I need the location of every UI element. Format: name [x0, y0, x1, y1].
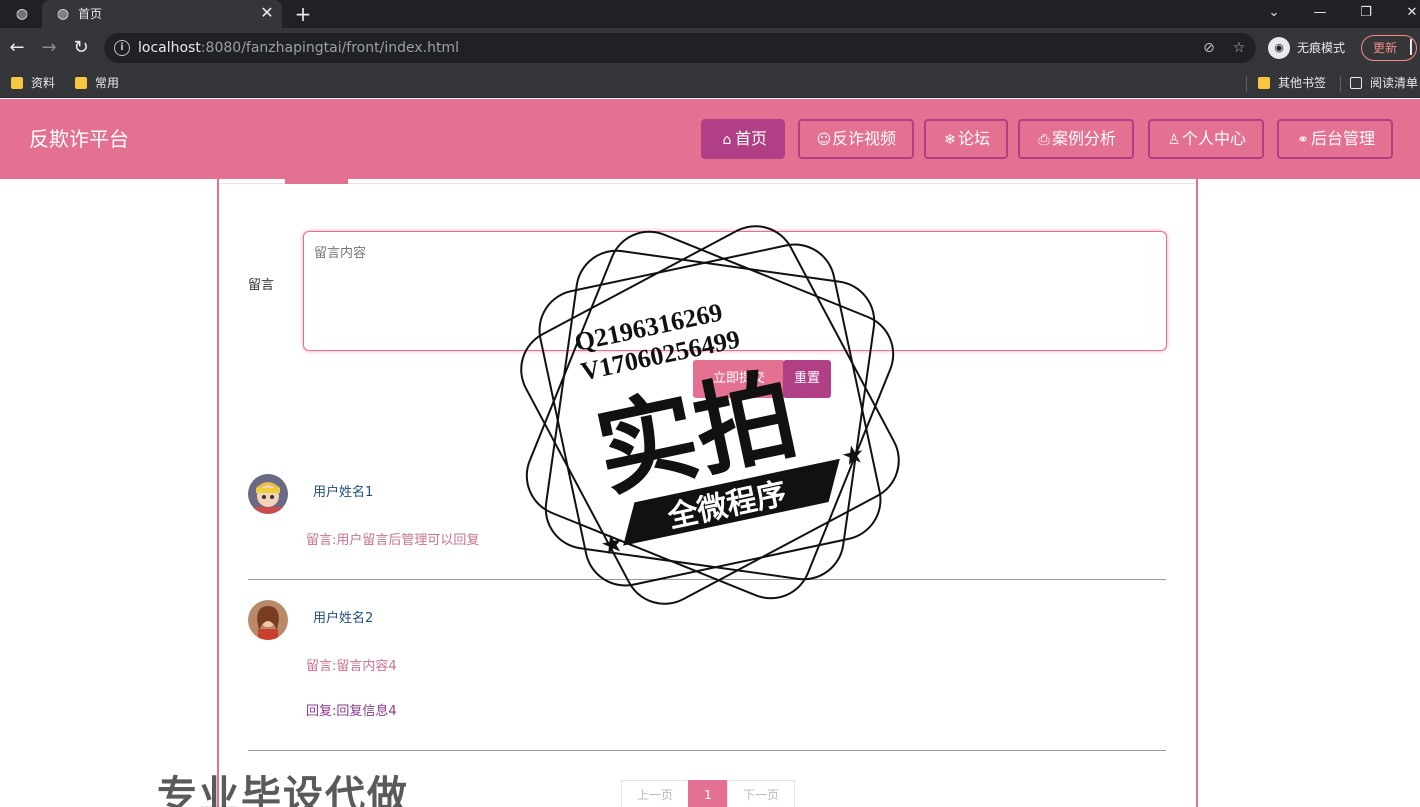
chevron-down-icon[interactable]: ⌄	[1262, 2, 1286, 24]
reading-list-icon	[1350, 77, 1362, 89]
incognito-icon: ◉	[1268, 37, 1290, 59]
tab-divider	[219, 183, 1196, 184]
comment-author[interactable]: 用户姓名1	[313, 484, 373, 502]
browser-tab[interactable]: ◍ 首页 ✕	[42, 0, 282, 28]
star-icon[interactable]: ☆	[1230, 39, 1248, 57]
comment-author[interactable]: 用户姓名2	[313, 610, 373, 628]
site-brand[interactable]: 反欺诈平台	[29, 126, 129, 152]
nav-personal-center[interactable]: ♙ 个人中心	[1148, 119, 1264, 159]
nav-video[interactable]: ☺反诈视频	[798, 119, 914, 159]
folder-icon	[11, 77, 23, 89]
link-icon: ⚭	[1297, 132, 1309, 148]
avatar	[248, 600, 288, 640]
nav-label: 论坛	[957, 129, 990, 148]
home-icon: ⌂	[722, 132, 732, 148]
next-page-button[interactable]: 下一页	[727, 780, 795, 807]
globe-icon: ◍	[56, 6, 70, 22]
nav-home[interactable]: ⌂ 首页	[701, 119, 785, 159]
globe-icon: ◍	[15, 6, 29, 22]
printer-icon: ⎙	[1038, 132, 1050, 148]
separator	[1340, 76, 1341, 92]
browser-tab-bar: ◍ ◍ 首页 ✕ + ⌄ — ❐ ✕	[0, 0, 1420, 28]
nav-label: 案例分析	[1051, 129, 1116, 148]
window-close-icon[interactable]: ✕	[1400, 2, 1420, 24]
info-icon[interactable]: i	[114, 40, 130, 56]
active-tab-indicator	[285, 179, 348, 184]
restore-icon[interactable]: ❐	[1354, 2, 1378, 24]
new-tab-icon[interactable]: +	[292, 3, 314, 25]
prev-page-button[interactable]: 上一页	[621, 780, 689, 807]
star-icon: ★	[839, 439, 868, 473]
bookmark-label: 其他书签	[1278, 76, 1327, 90]
nav-forum[interactable]: ❄ 论坛	[924, 119, 1008, 159]
back-icon[interactable]: ←	[6, 37, 28, 59]
update-button[interactable]: 更新	[1361, 35, 1417, 61]
close-icon[interactable]: ✕	[258, 4, 276, 22]
address-bar[interactable]: i localhost:8080/fanzhapingtai/front/ind…	[104, 33, 1256, 63]
video-icon: ☺	[816, 132, 832, 148]
bookmark-folder[interactable]: 常用	[73, 74, 119, 92]
nav-label: 反诈视频	[831, 129, 896, 148]
menu-icon[interactable]	[1410, 39, 1414, 55]
bookmark-label: 常用	[95, 76, 120, 90]
minimize-icon[interactable]: —	[1308, 2, 1332, 24]
overlay-ad-text: 专业毕设代做	[157, 773, 409, 807]
blocked-popup-icon[interactable]: ⊘	[1200, 39, 1218, 57]
bookmark-folder[interactable]: 资料	[9, 74, 55, 92]
nav-case-analysis[interactable]: ⎙ 案例分析	[1018, 119, 1134, 159]
browser-toolbar: ← → ↻ i localhost:8080/fanzhapingtai/fro…	[0, 28, 1420, 68]
user-icon: ♙	[1167, 132, 1181, 148]
folder-icon	[1258, 77, 1270, 89]
bookmark-label: 阅读清单	[1370, 76, 1419, 90]
tab-title: 首页	[78, 7, 103, 21]
nav-label: 首页	[734, 129, 767, 148]
bookmark-label: 资料	[31, 76, 56, 90]
reading-list[interactable]: 阅读清单	[1348, 74, 1418, 92]
comment-message: 留言:用户留言后管理可以回复	[306, 533, 480, 548]
watermark-stamp: Q2196316269 V17060256499 实拍 全微程序 ★ ★	[500, 225, 920, 625]
url-text: localhost:8080/fanzhapingtai/front/index…	[138, 40, 459, 56]
nav-admin[interactable]: ⚭ 后台管理	[1277, 119, 1393, 159]
comment-reply: 回复:回复信息4	[306, 704, 397, 719]
forward-icon[interactable]: →	[38, 37, 60, 59]
comment-message: 留言:留言内容4	[306, 659, 397, 674]
page-number[interactable]: 1	[688, 780, 728, 807]
star-icon: ★	[598, 528, 627, 562]
reload-icon[interactable]: ↻	[70, 37, 92, 59]
other-bookmarks[interactable]: 其他书签	[1256, 74, 1326, 92]
nav-label: 后台管理	[1310, 129, 1375, 148]
message-label: 留言	[248, 278, 275, 293]
snowflake-icon: ❄	[944, 132, 956, 148]
avatar	[248, 474, 288, 514]
incognito-label: 无痕模式	[1297, 41, 1346, 55]
folder-icon	[75, 77, 87, 89]
bookmarks-bar: 资料 常用 其他书签 阅读清单	[0, 68, 1420, 98]
separator	[1246, 76, 1247, 92]
site-header: 反欺诈平台 ⌂ 首页 ☺反诈视频 ❄ 论坛 ⎙ 案例分析 ♙ 个人中心 ⚭ 后台管理	[0, 99, 1420, 179]
nav-label: 个人中心	[1181, 129, 1246, 148]
